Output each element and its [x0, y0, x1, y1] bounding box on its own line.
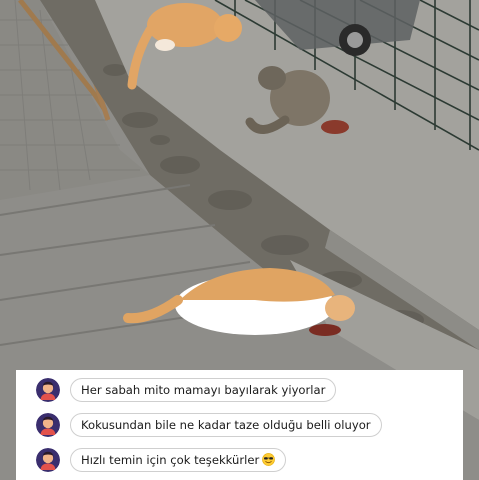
comment-text: Hızlı temin için çok teşekkürler [81, 453, 260, 467]
comments-panel: Her sabah mito mamayı bayılarak yiyorlar… [16, 370, 463, 480]
comment-bubble: Hızlı temin için çok teşekkürler [70, 448, 287, 472]
comment-item: Her sabah mito mamayı bayılarak yiyorlar [36, 377, 337, 403]
comment-item: Kokusundan bile ne kadar taze olduğu bel… [36, 412, 382, 438]
smiling-face-sunglasses-icon [262, 453, 276, 466]
comment-text: Kokusundan bile ne kadar taze olduğu bel… [70, 413, 382, 437]
comment-item: Hızlı temin için çok teşekkürler [36, 447, 287, 473]
avatar-icon [36, 413, 60, 437]
avatar-icon [36, 378, 60, 402]
avatar-icon [36, 448, 60, 472]
comment-text: Her sabah mito mamayı bayılarak yiyorlar [70, 378, 337, 402]
review-image: Her sabah mito mamayı bayılarak yiyorlar… [0, 0, 479, 480]
